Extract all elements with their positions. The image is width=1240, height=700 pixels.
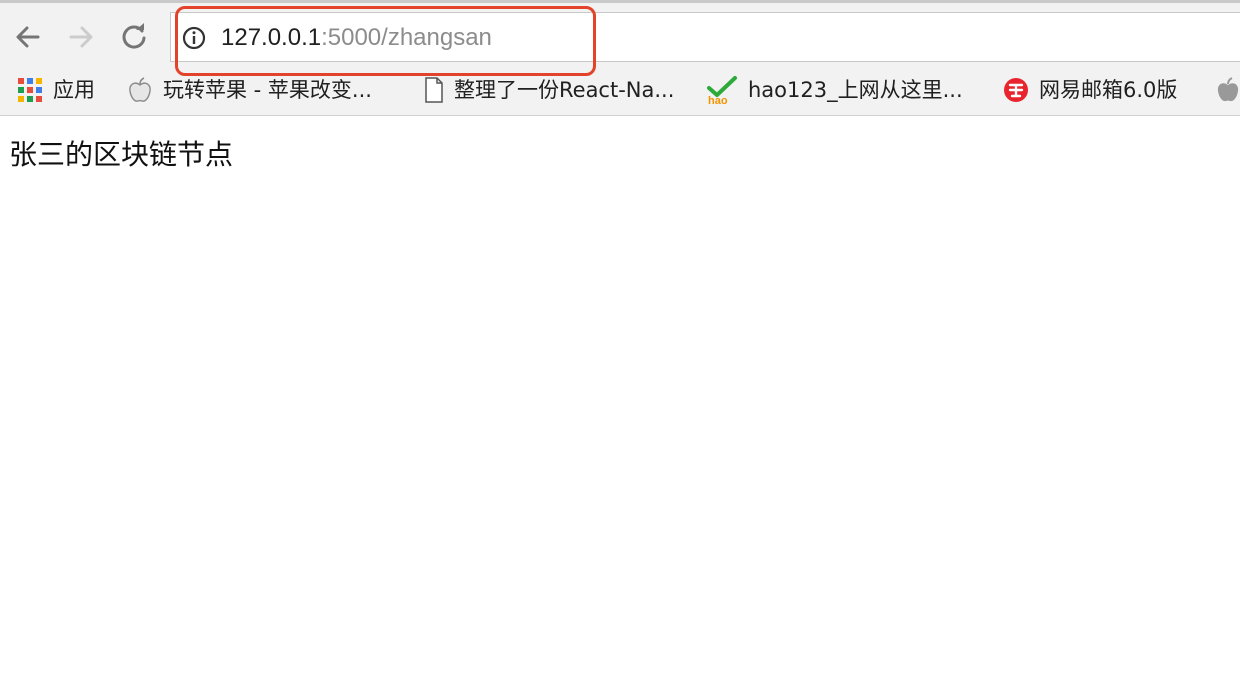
bookmark-item[interactable]: 整理了一份React-Na... bbox=[424, 74, 674, 106]
svg-text:hao: hao bbox=[708, 95, 728, 105]
hao123-icon: hao bbox=[707, 76, 737, 105]
window-top-border bbox=[0, 0, 1240, 3]
bookmark-label: 玩转苹果 - 苹果改变... bbox=[163, 78, 372, 102]
address-bar[interactable]: 127.0.0.1:5000/zhangsan bbox=[170, 12, 1240, 62]
bookmarks-bar: 应用 玩转苹果 - 苹果改变... 整理了一份React-Na... hao h… bbox=[0, 68, 1240, 112]
bookmark-label: 应用 bbox=[53, 78, 95, 102]
bookmark-item[interactable]: 玩转苹果 - 苹果改变... bbox=[127, 74, 372, 106]
apple-site-icon bbox=[129, 77, 151, 102]
apple-logo-icon bbox=[1217, 77, 1239, 102]
bookmark-item[interactable]: hao hao123_上网从这里... bbox=[706, 74, 963, 106]
bookmark-label: 整理了一份React-Na... bbox=[454, 78, 675, 102]
apps-grid-icon bbox=[18, 78, 42, 102]
url-text[interactable]: 127.0.0.1:5000/zhangsan bbox=[221, 24, 492, 52]
url-host: 127.0.0.1 bbox=[221, 24, 322, 51]
page-body-text: 张三的区块链节点 bbox=[9, 138, 234, 171]
arrow-right-icon bbox=[69, 26, 93, 48]
info-icon[interactable] bbox=[181, 25, 207, 51]
document-icon bbox=[425, 77, 443, 103]
bookmark-label: hao123_上网从这里... bbox=[748, 78, 963, 102]
bookmark-item-truncated[interactable] bbox=[1216, 74, 1240, 106]
browser-chrome: 127.0.0.1:5000/zhangsan 应用 玩转苹果 - 苹果改变..… bbox=[0, 0, 1240, 116]
bookmark-item[interactable]: 网易邮箱6.0版 bbox=[1003, 74, 1177, 106]
reload-icon bbox=[122, 23, 146, 49]
url-port-path: :5000/zhangsan bbox=[321, 24, 492, 51]
arrow-left-icon bbox=[16, 26, 40, 48]
netease-mail-icon bbox=[1004, 78, 1028, 102]
bookmark-label: 网易邮箱6.0版 bbox=[1039, 78, 1178, 102]
forward-button[interactable] bbox=[64, 20, 98, 54]
bookmark-apps[interactable]: 应用 bbox=[17, 74, 95, 106]
page-content: 张三的区块链节点 bbox=[0, 117, 1240, 700]
reload-button[interactable] bbox=[117, 20, 151, 54]
back-button[interactable] bbox=[11, 20, 45, 54]
